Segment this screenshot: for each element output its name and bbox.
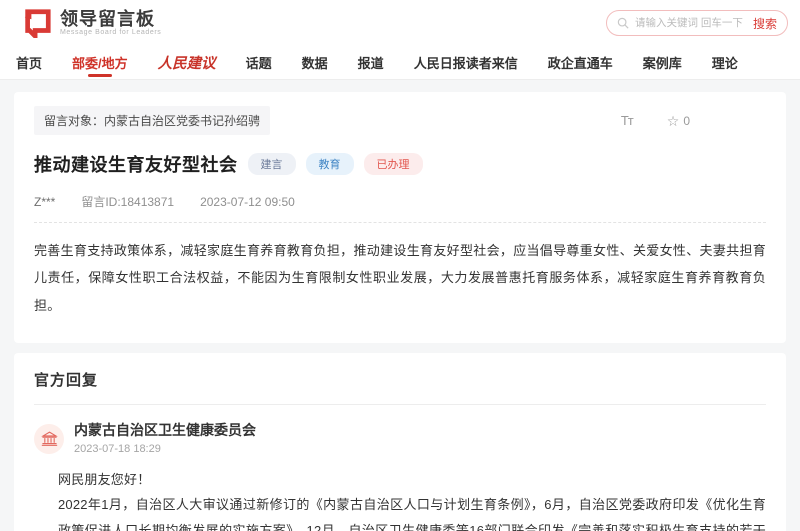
search-button[interactable]: 搜索 (747, 15, 777, 32)
favorite-button[interactable]: ☆ 0 (667, 114, 690, 128)
reply-body: 网民朋友您好！ 2022年1月，自治区人大审议通过新修订的《内蒙古自治区人口与计… (58, 467, 766, 531)
search-icon (617, 17, 629, 29)
official-reply-card: 官方回复 内蒙古自治区卫生健康委员会 2023-07-18 18:29 网民朋友… (14, 352, 786, 531)
tag-suggestion: 建言 (247, 153, 296, 175)
search-box[interactable]: 搜索 (606, 10, 788, 36)
nav-item-ministries-regions[interactable]: 部委/地方 (72, 46, 128, 79)
official-reply-heading: 官方回复 (34, 369, 766, 405)
reply-timestamp: 2023-07-18 18:29 (74, 443, 161, 456)
tag-education: 教育 (305, 153, 354, 175)
message-timestamp: 2023-07-12 09:50 (200, 194, 295, 209)
government-building-icon (40, 431, 58, 447)
message-id: 留言ID:18413871 (81, 195, 175, 209)
nav-item-theory[interactable]: 理论 (712, 46, 738, 79)
page-content: 留言对象：内蒙古自治区党委书记孙绍骋 Tт ☆ 0 推动建设生育友好型社会 建言… (0, 80, 800, 531)
site-logo[interactable]: 领导留言板 Message Board for Leaders (22, 8, 161, 38)
favorite-count: 0 (683, 113, 690, 128)
search-input[interactable] (635, 17, 747, 29)
font-size-icon[interactable]: Tт (621, 113, 634, 128)
reply-paragraph: 2022年1月，自治区人大审议通过新修订的《内蒙古自治区人口与计划生育条例》，6… (58, 497, 766, 531)
speech-bubble-logo-icon (24, 9, 51, 38)
message-body: 完善生育支持政策体系，减轻家庭生育养育教育负担，推动建设生育友好型社会，应当倡导… (34, 243, 766, 313)
logo-text: 领导留言板 Message Board for Leaders (60, 8, 162, 37)
nav-item-reports[interactable]: 报道 (358, 46, 384, 79)
site-header: 领导留言板 Message Board for Leaders 搜索 (0, 0, 800, 46)
reply-paragraph: 网民朋友您好！ (58, 472, 151, 488)
nav-item-topics[interactable]: 话题 (246, 46, 272, 79)
star-icon: ☆ (666, 112, 680, 129)
tag-status-handled: 已办理 (363, 153, 423, 175)
nav-item-home[interactable]: 首页 (16, 46, 42, 79)
message-card: 留言对象：内蒙古自治区党委书记孙绍骋 Tт ☆ 0 推动建设生育友好型社会 建言… (14, 92, 786, 343)
message-title: 推动建设生育友好型社会 (34, 155, 238, 175)
logo-subtitle: Message Board for Leaders (60, 29, 162, 37)
agency-name: 内蒙古自治区卫生健康委员会 (74, 423, 256, 439)
message-target-chip: 留言对象：内蒙古自治区党委书记孙绍骋 (34, 106, 271, 135)
nav-item-data[interactable]: 数据 (302, 46, 328, 79)
nav-item-gov-business-express[interactable]: 政企直通车 (548, 46, 613, 79)
logo-title: 领导留言板 (60, 8, 155, 29)
nav-item-reader-letters[interactable]: 人民日报读者来信 (414, 46, 518, 79)
divider (34, 222, 766, 223)
message-author: Z*** (34, 194, 56, 209)
main-nav: 首页 部委/地方 人民建议 话题 数据 报道 人民日报读者来信 政企直通车 案例… (0, 46, 800, 80)
nav-item-peoples-suggestions[interactable]: 人民建议 (158, 46, 216, 79)
nav-item-case-library[interactable]: 案例库 (643, 46, 682, 79)
agency-avatar (34, 423, 64, 454)
